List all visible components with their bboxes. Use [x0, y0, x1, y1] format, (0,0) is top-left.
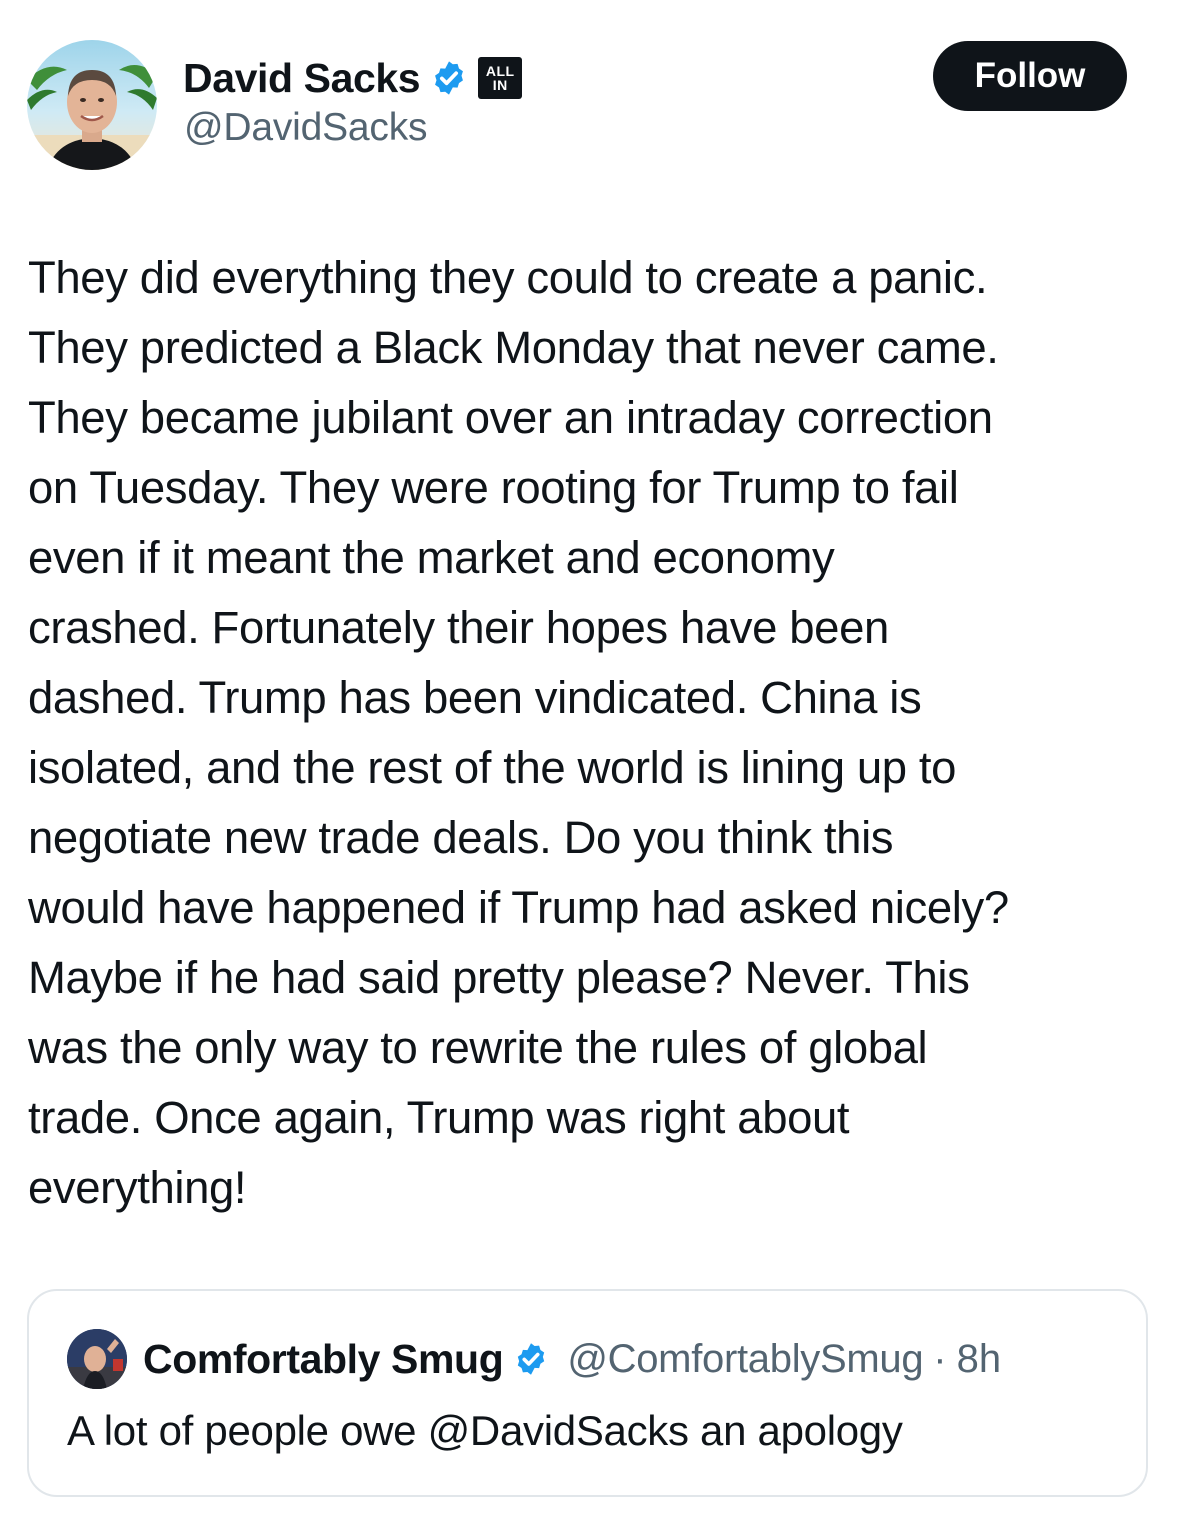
quoted-verified-check-icon [513, 1341, 549, 1377]
all-in-affiliate-badge-icon[interactable]: ALL IN [478, 57, 523, 99]
tweet-text-line: negotiate new trade deals. Do you think … [28, 812, 894, 863]
author-display-name[interactable]: David Sacks [183, 55, 421, 102]
quoted-timestamp[interactable]: 8h [957, 1337, 1002, 1382]
affiliate-badge-line2: IN [492, 77, 508, 93]
tweet-text-line: even if it meant the market and economy [28, 532, 835, 583]
author-handle[interactable]: @DavidSacks [184, 106, 428, 150]
verified-check-icon [430, 59, 468, 97]
tweet-text: They did everything they could to create… [28, 243, 1163, 1223]
follow-button[interactable]: Follow [933, 41, 1127, 111]
quoted-author-avatar[interactable] [67, 1329, 127, 1389]
author-avatar[interactable] [27, 40, 157, 170]
tweet-text-line: trade. Once again, Trump was right about [28, 1092, 850, 1143]
tweet-text-line: on Tuesday. They were rooting for Trump … [28, 462, 959, 513]
tweet-text-line: would have happened if Trump had asked n… [28, 882, 1009, 933]
quoted-tweet-header: Comfortably Smug @ComfortablySmug · 8h [67, 1329, 1001, 1389]
quoted-tweet-card[interactable]: Comfortably Smug @ComfortablySmug · 8h A… [27, 1289, 1148, 1497]
tweet-text-line: They did everything they could to create… [28, 252, 988, 303]
tweet-text-line: was the only way to rewrite the rules of… [28, 1022, 928, 1073]
quoted-separator: · [933, 1336, 947, 1381]
quoted-author-handle[interactable]: @ComfortablySmug [567, 1337, 923, 1382]
tweet-header: David Sacks ALL IN @DavidSacks Follow [0, 0, 1179, 200]
tweet-text-line: everything! [28, 1162, 247, 1213]
tweet-text-line: They became jubilant over an intraday co… [28, 392, 993, 443]
quoted-author-name[interactable]: Comfortably Smug [143, 1336, 504, 1383]
tweet-text-line: crashed. Fortunately their hopes have be… [28, 602, 889, 653]
tweet-text-line: dashed. Trump has been vindicated. China… [28, 672, 922, 723]
tweet-text-line: They predicted a Black Monday that never… [28, 322, 999, 373]
affiliate-badge-line1: ALL [485, 63, 515, 79]
tweet-text-line: isolated, and the rest of the world is l… [28, 742, 957, 793]
quoted-tweet-text: A lot of people owe @DavidSacks an apolo… [67, 1407, 903, 1454]
author-name-row: David Sacks ALL IN [183, 52, 523, 104]
tweet-text-line: Maybe if he had said pretty please? Neve… [28, 952, 970, 1003]
